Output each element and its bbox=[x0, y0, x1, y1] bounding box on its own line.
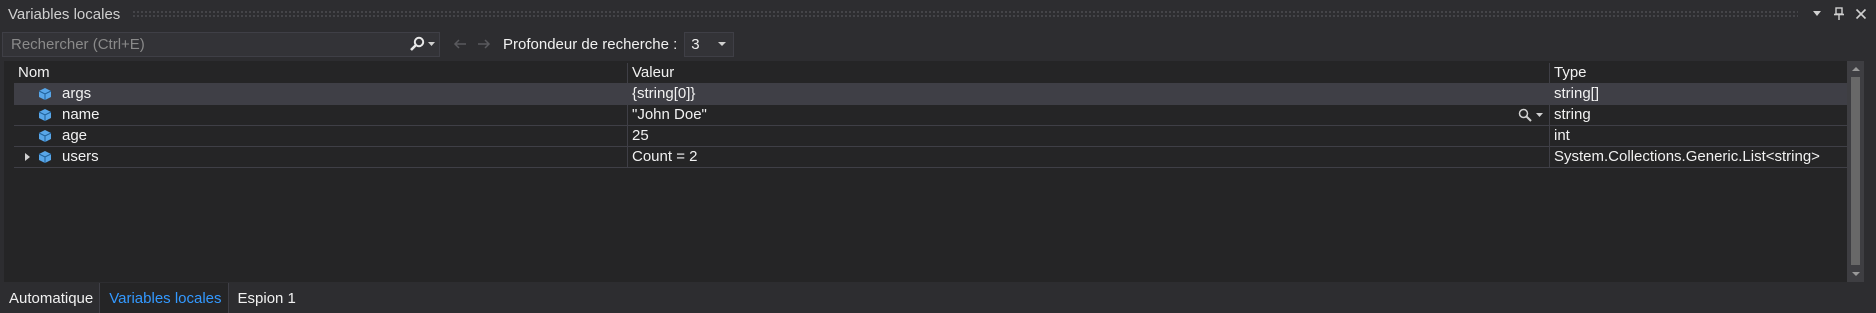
column-header-label: Nom bbox=[18, 64, 50, 81]
value-cell[interactable]: "John Doe" bbox=[628, 105, 1550, 125]
search-icon bbox=[410, 36, 425, 51]
variable-type: string[] bbox=[1554, 85, 1600, 102]
search-box bbox=[2, 31, 440, 57]
visualizer-dropdown-icon bbox=[1536, 112, 1543, 117]
type-cell: int bbox=[1550, 126, 1857, 146]
variable-type: int bbox=[1554, 127, 1570, 144]
search-depth-value: 3 bbox=[691, 35, 700, 53]
value-cell[interactable]: Count = 2 bbox=[628, 147, 1550, 167]
variable-name: age bbox=[62, 127, 88, 144]
table-row[interactable]: users Count = 2 System.Collections.Gener… bbox=[14, 147, 1857, 168]
tab-label: Espion 1 bbox=[237, 289, 296, 307]
variable-name: args bbox=[62, 85, 92, 102]
variable-name: name bbox=[62, 106, 100, 123]
variable-type: string bbox=[1554, 106, 1591, 123]
chevron-down-icon bbox=[718, 42, 727, 46]
search-forward-button[interactable] bbox=[473, 33, 495, 55]
tab-label: Variables locales bbox=[109, 289, 222, 307]
locals-window: Variables locales Rechercher (Ctrl+E) Pr… bbox=[0, 0, 1876, 313]
type-cell: string[] bbox=[1550, 84, 1857, 104]
toolbar: Profondeur de recherche : 3 bbox=[0, 29, 1876, 59]
expander-placeholder bbox=[21, 130, 33, 142]
cube-icon bbox=[37, 107, 53, 123]
locals-grid: Nom Valeur Type args {string[0]} string[… bbox=[4, 61, 1864, 282]
magnifier-icon bbox=[1518, 108, 1532, 122]
cube-icon bbox=[37, 128, 53, 144]
expander-placeholder bbox=[21, 109, 33, 121]
variable-value: {string[0]} bbox=[632, 85, 696, 102]
name-cell[interactable]: args bbox=[14, 84, 628, 104]
value-cell[interactable]: {string[0]} bbox=[628, 84, 1550, 104]
title-bar: Variables locales bbox=[0, 0, 1876, 28]
column-header-value[interactable]: Valeur bbox=[628, 63, 1550, 83]
name-cell[interactable]: name bbox=[14, 105, 628, 125]
search-button[interactable] bbox=[405, 33, 439, 56]
scroll-up-icon[interactable] bbox=[1852, 67, 1860, 71]
name-cell[interactable]: users bbox=[14, 147, 628, 167]
value-cell[interactable]: 25 bbox=[628, 126, 1550, 146]
search-back-button[interactable] bbox=[449, 33, 471, 55]
tab-automatique[interactable]: Automatique bbox=[0, 283, 99, 313]
bottom-tab-strip: Automatique Variables locales Espion 1 bbox=[0, 283, 302, 313]
tab-espion-1[interactable]: Espion 1 bbox=[229, 283, 302, 313]
vertical-scrollbar[interactable] bbox=[1847, 61, 1864, 282]
arrow-left-icon bbox=[453, 39, 466, 49]
variable-value: "John Doe" bbox=[632, 106, 707, 123]
cube-icon bbox=[37, 86, 53, 102]
cube-icon bbox=[37, 149, 53, 165]
search-depth-label: Profondeur de recherche : bbox=[503, 35, 678, 53]
scroll-thumb[interactable] bbox=[1851, 77, 1860, 265]
variable-type: System.Collections.Generic.List<string> bbox=[1554, 148, 1820, 165]
type-cell: System.Collections.Generic.List<string> bbox=[1550, 147, 1857, 167]
title-grip[interactable] bbox=[132, 10, 1798, 18]
search-options-dropdown-icon bbox=[428, 41, 435, 46]
table-row[interactable]: name "John Doe" string bbox=[14, 105, 1857, 126]
table-row[interactable]: age 25 int bbox=[14, 126, 1857, 147]
variable-value: Count = 2 bbox=[632, 148, 698, 165]
table-row[interactable]: args {string[0]} string[] bbox=[14, 84, 1857, 105]
column-header-type[interactable]: Type bbox=[1550, 63, 1857, 83]
tab-label: Automatique bbox=[9, 289, 94, 307]
table-header: Nom Valeur Type bbox=[14, 63, 1857, 84]
close-icon[interactable] bbox=[1852, 5, 1870, 23]
window-menu-dropdown-icon[interactable] bbox=[1808, 5, 1826, 23]
search-input[interactable] bbox=[3, 32, 405, 56]
tab-variables-locales[interactable]: Variables locales bbox=[99, 283, 229, 313]
name-cell[interactable]: age bbox=[14, 126, 628, 146]
column-header-name[interactable]: Nom bbox=[14, 63, 628, 83]
locals-table: Nom Valeur Type args {string[0]} string[… bbox=[14, 63, 1857, 168]
column-header-label: Valeur bbox=[632, 64, 675, 81]
column-header-label: Type bbox=[1554, 64, 1587, 81]
pin-icon[interactable] bbox=[1830, 5, 1848, 23]
visualizer-button[interactable] bbox=[1518, 108, 1543, 122]
type-cell: string bbox=[1550, 105, 1857, 125]
variable-value: 25 bbox=[632, 127, 649, 144]
variable-name: users bbox=[62, 148, 99, 165]
window-title: Variables locales bbox=[8, 5, 121, 23]
title-buttons bbox=[1808, 5, 1870, 23]
expander-placeholder bbox=[21, 88, 33, 100]
arrow-right-icon bbox=[478, 39, 491, 49]
search-depth-select[interactable]: 3 bbox=[684, 31, 735, 57]
expand-arrow-icon[interactable] bbox=[21, 151, 33, 163]
scroll-down-icon[interactable] bbox=[1852, 272, 1860, 276]
